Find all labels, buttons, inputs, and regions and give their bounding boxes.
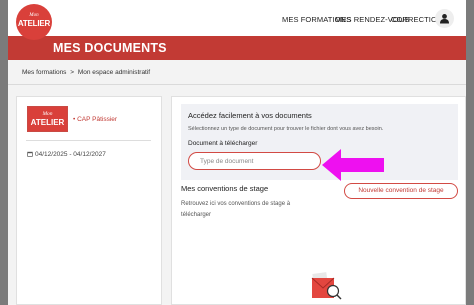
course-name[interactable]: • CAP Pâtissier [73, 116, 117, 123]
brand-logo[interactable]: Mon ATELIER [16, 4, 52, 40]
documents-description: Sélectionnez un type de document pour tr… [188, 126, 384, 132]
course-badge: Mon ATELIER [27, 106, 68, 132]
user-icon [440, 14, 449, 24]
logo-text-small: Mon [29, 13, 39, 18]
breadcrumb-divider [8, 84, 466, 85]
logo-text-big: ATELIER [17, 19, 51, 28]
new-convention-button[interactable]: Nouvelle convention de stage [344, 183, 458, 199]
page-title: MES DOCUMENTS [53, 41, 167, 55]
document-field-label: Document à télécharger [188, 140, 258, 147]
badge-text-small: Mon [42, 111, 53, 117]
conventions-description: Retrouvez ici vos conventions de stage à… [181, 201, 291, 218]
app-window: MES FORMATIONS MES RENDEZ-VOUS CORRECTIO… [8, 0, 466, 305]
badge-text-big: ATELIER [30, 118, 65, 127]
course-dates-text: 04/12/2025 - 04/12/2027 [35, 151, 106, 158]
breadcrumb-separator: > [70, 69, 75, 76]
calendar-icon [27, 151, 33, 157]
card-divider [26, 140, 151, 141]
course-dates: 04/12/2025 - 04/12/2027 [27, 151, 106, 158]
top-navigation: MES FORMATIONS MES RENDEZ-VOUS CORRECTIO… [8, 0, 466, 36]
breadcrumb: Mes formations > Mon espace administrati… [22, 69, 152, 76]
document-type-placeholder: Type de document [200, 158, 254, 165]
empty-state-illustration [311, 272, 342, 300]
pointer-arrow-icon [322, 149, 384, 181]
conventions-heading: Mes conventions de stage [181, 184, 269, 193]
account-button[interactable] [435, 9, 454, 28]
document-type-select[interactable]: Type de document [188, 152, 321, 170]
documents-heading: Accédez facilement à vos documents [188, 111, 312, 120]
breadcrumb-current: Mon espace administratif [77, 69, 151, 76]
breadcrumb-mes-formations[interactable]: Mes formations [22, 69, 66, 76]
